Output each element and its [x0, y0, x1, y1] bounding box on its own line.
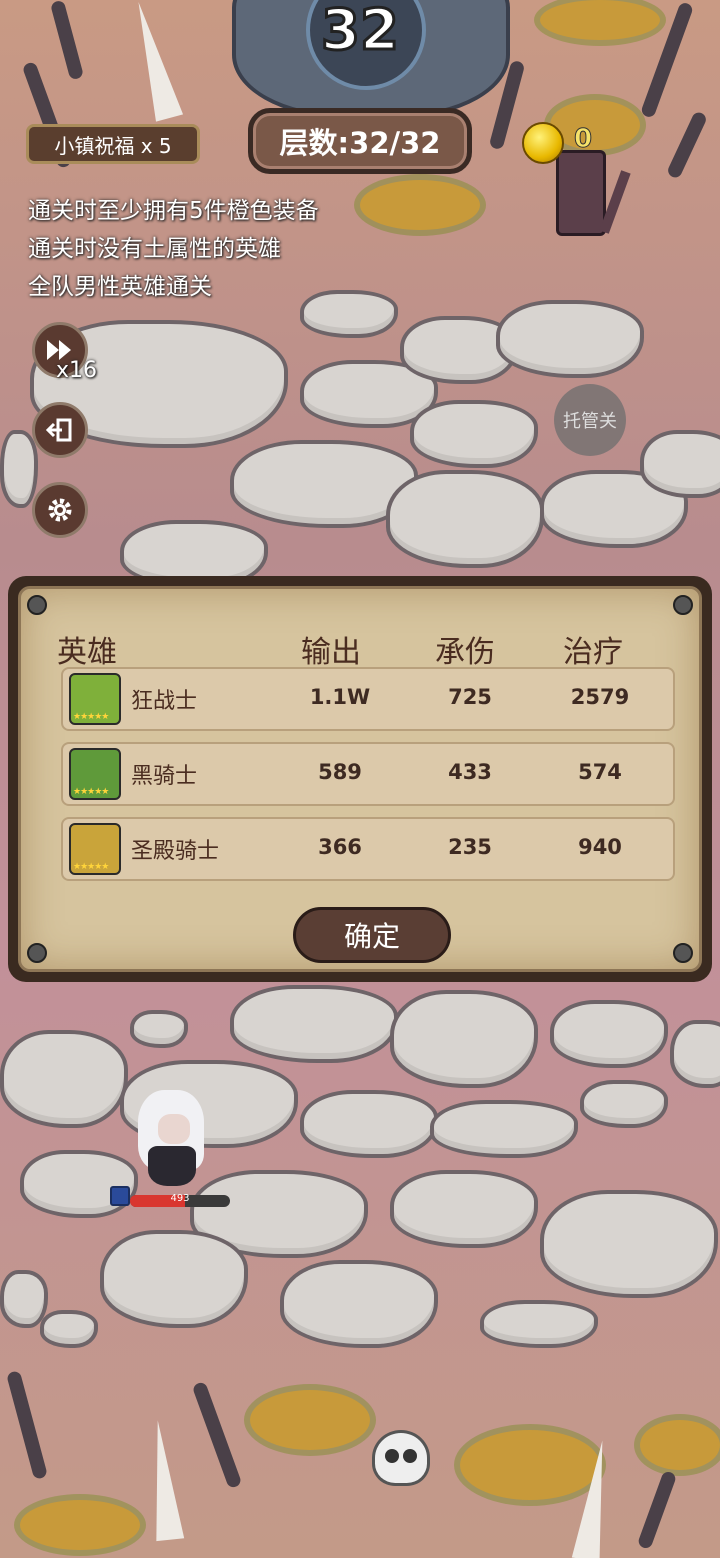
hero-body: [148, 1146, 196, 1186]
hero-unit[interactable]: [132, 1090, 212, 1190]
stone: [230, 985, 398, 1063]
hero-avatar: ★★★★★: [69, 823, 121, 875]
stone: [550, 1000, 668, 1068]
confirm-button[interactable]: 确定: [293, 907, 451, 963]
bush: [20, 1500, 140, 1550]
gear-icon: [48, 498, 72, 522]
stone: [480, 1300, 598, 1348]
exit-button[interactable]: [32, 402, 88, 458]
hero-damage-taken: 235: [448, 835, 492, 859]
stone: [130, 1010, 188, 1048]
bone-horn: [124, 0, 184, 122]
hero-avatar: ★★★★★: [69, 748, 121, 800]
stone: [40, 1310, 98, 1348]
hero-avatar: ★★★★★: [69, 673, 121, 725]
bush: [460, 1430, 600, 1500]
stone: [20, 1150, 138, 1218]
hero-row: ★★★★★ 狂战士 1.1W 725 2579: [61, 667, 675, 731]
settings-button[interactable]: [32, 482, 88, 538]
stone: [386, 470, 544, 568]
skull-icon: [372, 1430, 430, 1486]
bush: [640, 1420, 720, 1470]
hero-name: 圣殿骑士: [131, 839, 220, 864]
rivet: [673, 943, 693, 963]
condition-item: 通关时没有土属性的英雄: [28, 236, 281, 262]
stone: [580, 1080, 668, 1128]
exit-icon: [46, 418, 72, 442]
stage-conditions: 通关时至少拥有5件橙色装备 通关时没有土属性的英雄 全队男性英雄通关: [28, 192, 319, 306]
spike: [49, 0, 85, 81]
stone: [496, 300, 644, 378]
hero-name: 黑骑士: [131, 764, 198, 789]
condition-item: 全队男性英雄通关: [28, 274, 212, 300]
floor-number: 32: [320, 0, 401, 65]
spike: [6, 1370, 48, 1480]
stone: [540, 1190, 718, 1298]
coffin: [556, 150, 606, 236]
stone: [390, 990, 538, 1088]
layer-counter: 层数:32/32: [248, 108, 472, 174]
rivet: [27, 595, 47, 615]
hero-damage-taken: 725: [448, 685, 492, 709]
stone: [100, 1230, 248, 1328]
header-healing: 治疗: [563, 635, 623, 670]
header-output: 输出: [301, 635, 361, 670]
header-damage-taken: 承伤: [435, 635, 495, 670]
bush: [250, 1390, 370, 1450]
stone: [430, 1100, 578, 1158]
stone: [670, 1020, 720, 1088]
star-rating: ★★★★★: [73, 862, 109, 872]
hero-output: 1.1W: [309, 685, 371, 709]
hero-face: [158, 1114, 190, 1144]
coin-icon: [522, 122, 564, 164]
hero-healing: 2579: [570, 685, 630, 709]
stone: [0, 1030, 128, 1128]
hero-output: 366: [318, 835, 362, 859]
spike: [636, 1470, 678, 1550]
coin-count: 0: [573, 124, 593, 155]
stone: [0, 430, 38, 508]
element-icon: [110, 1186, 130, 1206]
spike: [665, 110, 709, 180]
bone-horn: [143, 1418, 185, 1542]
hp-value: 493: [170, 1193, 190, 1204]
stone: [300, 1090, 438, 1158]
star-rating: ★★★★★: [73, 787, 109, 797]
hero-healing: 574: [578, 760, 622, 784]
hero-row: ★★★★★ 黑骑士 589 433 574: [61, 742, 675, 806]
speed-label: x16: [56, 358, 98, 383]
rivet: [673, 595, 693, 615]
header-hero: 英雄: [57, 635, 117, 670]
star-rating: ★★★★★: [73, 712, 109, 722]
hero-healing: 940: [578, 835, 622, 859]
bush: [360, 180, 480, 230]
blessing-badge[interactable]: 小镇祝福 x 5: [26, 124, 200, 164]
condition-item: 通关时至少拥有5件橙色装备: [28, 198, 319, 224]
auto-battle-button[interactable]: 托管关: [554, 384, 626, 456]
spike: [191, 1380, 243, 1490]
hero-damage-taken: 433: [448, 760, 492, 784]
panel-body: 英雄 输出 承伤 治疗 ★★★★★ 狂战士 1.1W 725 2579 ★★★★…: [18, 586, 702, 972]
rivet: [27, 943, 47, 963]
hero-name: 狂战士: [131, 689, 198, 714]
stone: [410, 400, 538, 468]
stone: [640, 430, 720, 498]
battle-result-panel: 英雄 输出 承伤 治疗 ★★★★★ 狂战士 1.1W 725 2579 ★★★★…: [8, 576, 712, 982]
bush: [540, 0, 660, 40]
stone: [390, 1170, 538, 1248]
hero-output: 589: [318, 760, 362, 784]
hero-row: ★★★★★ 圣殿骑士 366 235 940: [61, 817, 675, 881]
stone: [0, 1270, 48, 1328]
stone: [280, 1260, 438, 1348]
